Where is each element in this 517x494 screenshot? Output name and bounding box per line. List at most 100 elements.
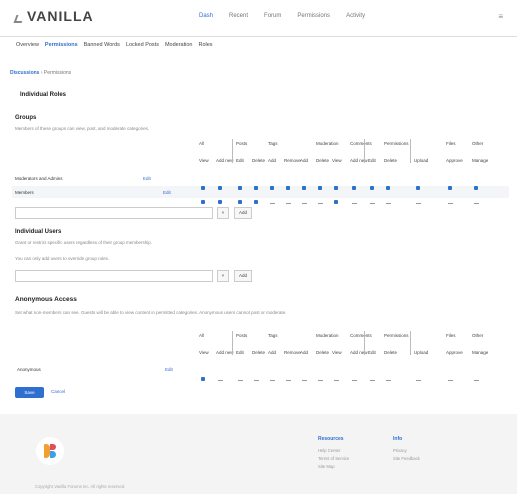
column-subheader: Delete [316,158,330,163]
column-subheader: Approve [446,350,463,355]
permission-checkbox-empty[interactable] [386,191,391,209]
edit-link[interactable]: Edit [143,176,151,181]
permission-checkbox-empty[interactable] [416,368,421,386]
column-subheader: Delete [384,158,398,163]
permission-checkbox-empty[interactable] [370,368,375,386]
permission-checkbox-empty[interactable] [370,191,375,209]
groups-desc: Members of these groups can view, post, … [15,126,150,131]
footer-col-title: Info [393,436,403,442]
permission-checkbox-empty[interactable] [254,368,259,386]
permission-checkbox-empty[interactable] [352,368,357,386]
edit-link[interactable]: Edit [165,367,173,372]
column-subheader: Approve [446,158,463,163]
breadcrumb-item[interactable]: Discussions [10,70,39,76]
subnav-roles[interactable]: Roles [199,42,213,48]
column-subheader: Manage [472,158,489,163]
check-mark-icon [302,186,306,190]
permission-checkbox-checked[interactable] [334,191,338,209]
edit-link[interactable]: Edit [163,190,171,195]
dash-icon [352,380,357,381]
brand-name: VANILLA [27,8,94,24]
column-group-header: Posts [236,333,248,338]
column-subheader: Edit [236,350,244,355]
permission-checkbox-empty[interactable] [474,191,479,209]
save-button[interactable]: Save [15,387,44,398]
permission-checkbox-empty[interactable] [318,368,323,386]
add-group-button[interactable]: Add [234,207,252,219]
permission-checkbox-empty[interactable] [318,191,323,209]
permission-checkbox-empty[interactable] [448,368,453,386]
column-group-header: Moderation [316,141,339,146]
column-subheader: Upload [414,350,429,355]
permission-checkbox-empty[interactable] [386,368,391,386]
column-group-header: Permissions [384,333,409,338]
permission-checkbox-empty[interactable] [302,368,307,386]
group-search-input[interactable] [15,207,213,219]
user-search-input[interactable] [15,270,213,282]
permission-checkbox-empty[interactable] [286,368,291,386]
footer-link[interactable]: Terms of Service [318,456,349,461]
logo-shape [50,444,56,450]
permission-checkbox-empty[interactable] [302,191,307,209]
dash-icon [386,380,391,381]
permission-checkbox-empty[interactable] [474,368,479,386]
sub-nav: Overview Permissions Banned Words Locked… [16,42,213,48]
dash-icon [370,380,375,381]
permission-checkbox-checked[interactable] [201,368,205,386]
remove-icon[interactable]: × [217,207,229,219]
dash-icon [286,203,291,204]
footer-link[interactable]: Site Feedback [393,456,420,461]
remove-icon[interactable]: × [217,270,229,282]
dash-icon [286,380,291,381]
permission-checkbox-empty[interactable] [270,368,275,386]
permission-checkbox-checked[interactable] [254,191,258,209]
top-nav-item-permissions[interactable]: Permissions [297,13,330,19]
top-bar: VANILLA Dash Recent Forum Permissions Ac… [0,0,517,37]
permission-checkbox-empty[interactable] [238,368,243,386]
column-subheader: Delete [316,350,330,355]
check-mark-icon [238,200,242,204]
column-subheader: Remove [284,350,301,355]
column-subheader: Add new [216,158,234,163]
check-mark-icon [286,186,290,190]
subnav-overview[interactable]: Overview [16,42,39,48]
column-group-header: All [199,141,205,146]
top-nav-item-recent[interactable]: Recent [229,13,248,19]
subnav-locked-posts[interactable]: Locked Posts [126,42,159,48]
footer-logo [36,437,64,465]
check-mark-icon [238,186,242,190]
table-row-label: Members [15,190,34,195]
column-group-header: Comments [350,333,372,338]
permission-checkbox-empty[interactable] [352,191,357,209]
dash-icon [318,203,323,204]
column-divider [364,331,365,355]
permission-checkbox-empty[interactable] [334,368,339,386]
column-group-header: Moderation [316,333,339,338]
subnav-moderation[interactable]: Moderation [165,42,193,48]
hamburger-icon[interactable]: ≡ [498,12,503,21]
subnav-banned-words[interactable]: Banned Words [84,42,120,48]
footer-link[interactable]: Site Map [318,464,335,469]
check-mark-icon [218,186,222,190]
top-nav-item-forum[interactable]: Forum [264,13,281,19]
dash-icon [352,203,357,204]
permission-checkbox-empty[interactable] [416,191,421,209]
permission-checkbox-empty[interactable] [218,368,223,386]
column-group-header: Posts [236,141,248,146]
column-group-header: Comments [350,141,372,146]
check-mark-icon [254,200,258,204]
subnav-permissions[interactable]: Permissions [45,42,78,48]
footer-link[interactable]: Help Center [318,448,340,453]
add-user-button[interactable]: Add [234,270,252,282]
individual-desc: Grant or restrict specific users regardl… [15,240,153,245]
top-nav-item-activity[interactable]: Activity [346,13,365,19]
cancel-button[interactable]: Cancel [51,389,65,394]
permission-checkbox-empty[interactable] [270,191,275,209]
footer [0,414,517,494]
permission-checkbox-empty[interactable] [286,191,291,209]
vanilla-logo-icon [14,10,24,22]
brand-logo[interactable]: VANILLA [14,9,94,23]
footer-link[interactable]: Privacy [393,448,407,453]
top-nav-item-dash[interactable]: Dash [199,13,213,19]
permission-checkbox-empty[interactable] [448,191,453,209]
